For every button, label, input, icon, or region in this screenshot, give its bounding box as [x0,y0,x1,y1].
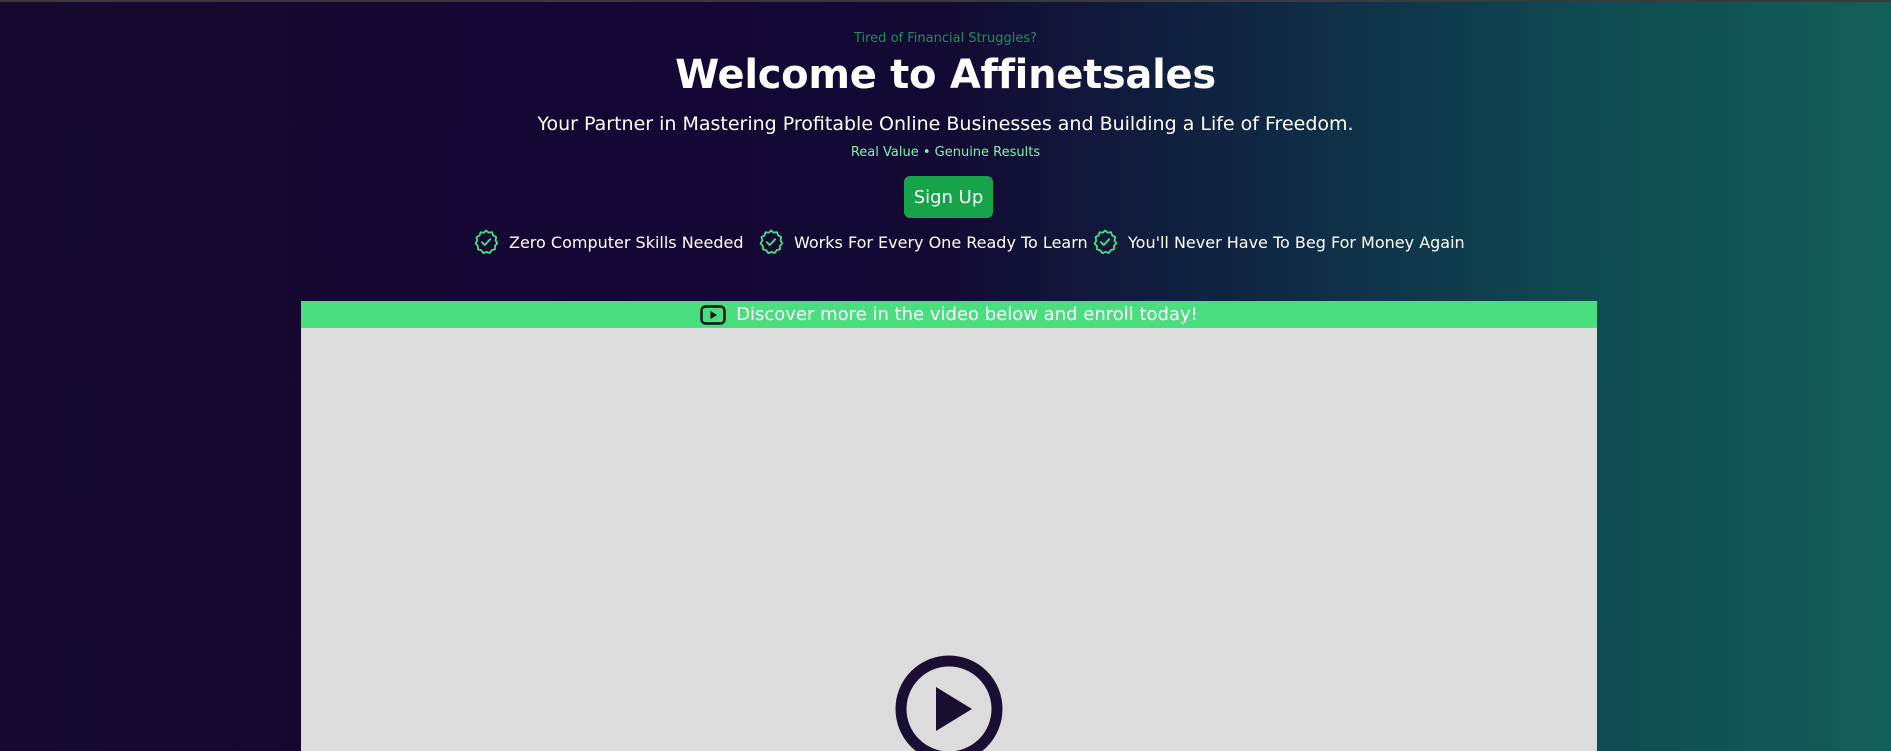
hero-tagline: Real Value • Genuine Results [850,145,1041,160]
check-badge-icon [758,229,784,255]
feature-label: You'll Never Have To Beg For Money Again [1128,232,1465,252]
check-badge-icon [1092,229,1118,255]
hero-subtitle: Your Partner in Mastering Profitable Onl… [537,113,1354,135]
play-icon[interactable] [894,654,1004,751]
top-border [0,0,1891,2]
feature-item: Zero Computer Skills Needed [473,229,744,255]
sign-up-button[interactable]: Sign Up [904,176,993,218]
feature-item: Works For Every One Ready To Learn [758,229,1088,255]
video-banner-text: Discover more in the video below and enr… [736,304,1198,325]
page-title: Welcome to Affinetsales [675,52,1216,98]
feature-label: Works For Every One Ready To Learn [794,232,1088,252]
youtube-icon [700,304,726,325]
video-player[interactable] [301,328,1597,751]
feature-label: Zero Computer Skills Needed [509,232,744,252]
video-section: Discover more in the video below and enr… [301,301,1597,751]
feature-list: Zero Computer Skills Needed Works For Ev… [0,229,1891,255]
hero-eyebrow: Tired of Financial Struggles? [853,31,1038,46]
feature-item: You'll Never Have To Beg For Money Again [1092,229,1465,255]
video-banner: Discover more in the video below and enr… [301,301,1597,328]
check-badge-icon [473,229,499,255]
